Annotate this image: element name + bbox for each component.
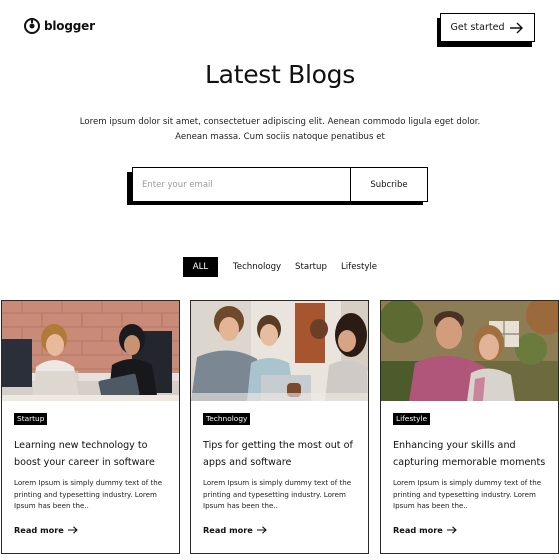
blog-card[interactable]: Lifestyle Enhancing your skills and capt… bbox=[380, 300, 559, 554]
friends-laptop-photo bbox=[191, 301, 368, 401]
couple-portrait-photo bbox=[381, 301, 558, 401]
brand-name: blogger bbox=[44, 19, 95, 33]
brand-logo[interactable]: blogger bbox=[24, 18, 95, 34]
card-title[interactable]: Learning new technology to boost your ca… bbox=[14, 437, 174, 471]
arrow-right-icon bbox=[446, 526, 457, 534]
card-image bbox=[191, 301, 368, 401]
category-badge: Technology bbox=[203, 413, 251, 425]
filter-all[interactable]: ALL bbox=[183, 257, 218, 277]
read-more-label: Read more bbox=[203, 525, 253, 535]
card-title[interactable]: Enhancing your skills and capturing memo… bbox=[393, 437, 553, 471]
intro-text: Lorem ipsum dolor sit amet, consectetuer… bbox=[79, 117, 481, 142]
office-meeting-photo bbox=[2, 301, 179, 401]
get-started-wrap: Get started bbox=[437, 13, 535, 47]
page-title: Latest Blogs bbox=[205, 60, 355, 89]
email-input[interactable] bbox=[133, 168, 350, 201]
read-more-label: Read more bbox=[393, 525, 443, 535]
get-started-button[interactable]: Get started bbox=[440, 13, 535, 42]
card-excerpt: Lorem Ipsum is simply dummy text of the … bbox=[14, 478, 163, 511]
card-excerpt: Lorem Ipsum is simply dummy text of the … bbox=[393, 478, 542, 511]
category-filters: ALL Technology Startup Lifestyle bbox=[0, 257, 560, 277]
category-badge: Lifestyle bbox=[393, 413, 431, 425]
read-more-link[interactable]: Read more bbox=[203, 525, 267, 535]
read-more-link[interactable]: Read more bbox=[14, 525, 78, 535]
card-image bbox=[381, 301, 558, 401]
card-title[interactable]: Tips for getting the most out of apps an… bbox=[203, 437, 363, 471]
arrow-right-icon bbox=[256, 526, 267, 534]
card-image bbox=[2, 301, 179, 401]
blog-card[interactable]: Startup Learning new technology to boost… bbox=[1, 300, 180, 554]
subscribe-form: Subcribe bbox=[132, 167, 428, 202]
filter-technology[interactable]: Technology bbox=[233, 257, 281, 277]
read-more-link[interactable]: Read more bbox=[393, 525, 457, 535]
arrow-right-icon bbox=[510, 22, 524, 33]
blog-card[interactable]: Technology Tips for getting the most out… bbox=[190, 300, 369, 554]
arrow-right-icon bbox=[67, 526, 78, 534]
get-started-label: Get started bbox=[450, 22, 505, 33]
subscribe-button[interactable]: Subcribe bbox=[350, 168, 427, 201]
filter-lifestyle[interactable]: Lifestyle bbox=[341, 257, 377, 277]
category-badge: Startup bbox=[14, 413, 48, 425]
filter-startup[interactable]: Startup bbox=[295, 257, 327, 277]
card-excerpt: Lorem Ipsum is simply dummy text of the … bbox=[203, 478, 352, 511]
blogger-logo-icon bbox=[24, 18, 40, 34]
read-more-label: Read more bbox=[14, 525, 64, 535]
